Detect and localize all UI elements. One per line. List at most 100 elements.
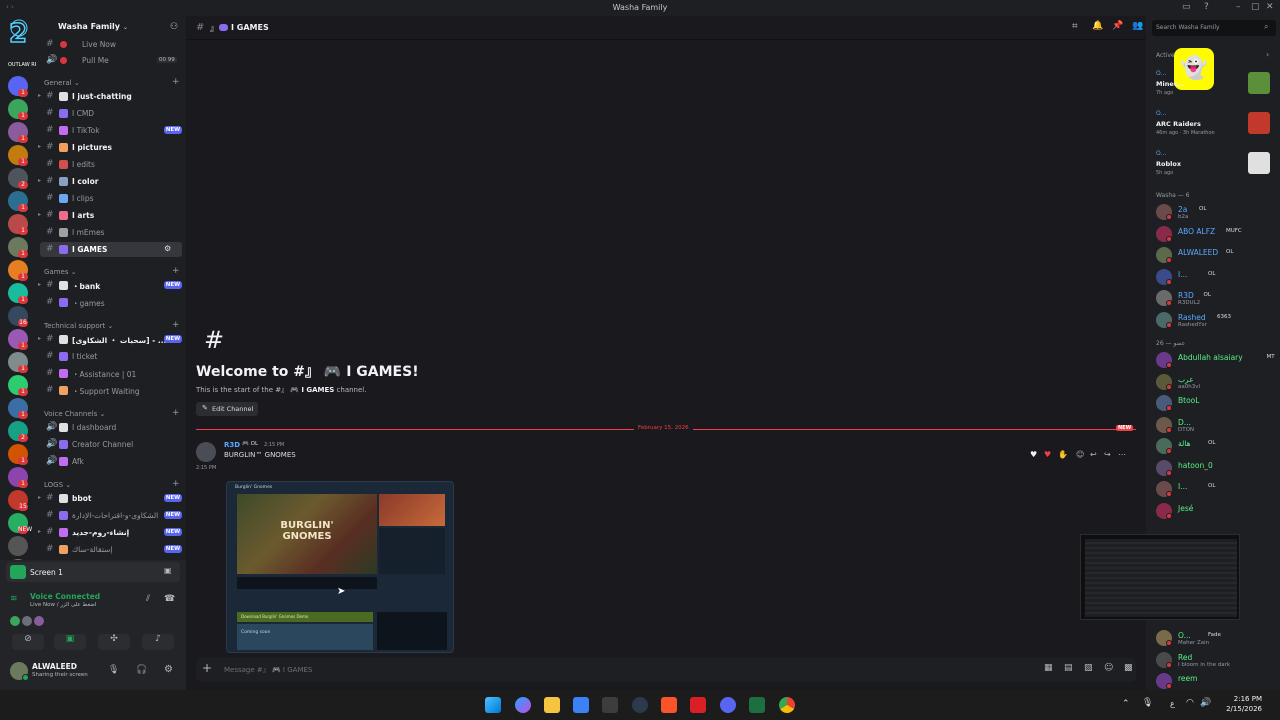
channel-item[interactable]: 🔊 Creator Channel: [40, 437, 182, 452]
windows-start-icon[interactable]: [485, 697, 501, 713]
acrobat-icon[interactable]: [690, 697, 706, 713]
red-heart-icon[interactable]: ♥: [1044, 450, 1051, 459]
mic-icon[interactable]: 🎙: [108, 665, 119, 675]
camera-off-icon[interactable]: ⊘: [12, 634, 44, 650]
channel-item[interactable]: # ・Support Waiting: [40, 383, 182, 398]
member-item[interactable]: 2a OL b2a: [1146, 202, 1280, 222]
keyboard-language[interactable]: ع: [1170, 699, 1175, 708]
channel-item[interactable]: # I CMD: [40, 106, 182, 121]
sticker-icon[interactable]: ▧: [1084, 663, 1093, 673]
channel-item[interactable]: ▸ # bbot NEW: [38, 491, 182, 506]
add-channel-icon[interactable]: +: [172, 266, 180, 276]
member-item[interactable]: BtooL: [1146, 393, 1280, 413]
member-item[interactable]: ABO ALFZ MUFC: [1146, 224, 1280, 244]
channel-item[interactable]: # ・games: [40, 295, 182, 310]
member-list-icon[interactable]: 👥: [1132, 21, 1143, 31]
member-item[interactable]: Rashed 6363 RashedYsr: [1146, 310, 1280, 330]
member-item[interactable]: I... OL: [1146, 267, 1280, 287]
channel-item[interactable]: ▸ # إنشاء-روم-جديد NEW: [38, 525, 182, 540]
add-channel-icon[interactable]: +: [172, 408, 180, 418]
threads-icon[interactable]: ⌗: [1072, 21, 1078, 32]
brave-icon[interactable]: [661, 697, 677, 713]
more-icon[interactable]: ⋯: [1118, 450, 1126, 459]
help-icon[interactable]: ?: [1204, 2, 1209, 12]
stream-preview[interactable]: [1080, 534, 1240, 620]
channel-item[interactable]: # I ticket: [40, 349, 182, 364]
channel-pull-me[interactable]: 🔊 Pull Me 00 99: [40, 53, 182, 68]
inbox-icon[interactable]: ▭: [1182, 2, 1191, 12]
category-general[interactable]: General ⌄: [44, 79, 80, 87]
wifi-icon[interactable]: ◠: [1186, 698, 1194, 708]
channel-item[interactable]: # I edits: [40, 157, 182, 172]
gif-icon[interactable]: ▤: [1064, 663, 1073, 673]
add-channel-icon[interactable]: +: [172, 320, 180, 330]
gift-icon[interactable]: ▦: [1044, 663, 1053, 673]
headphones-icon[interactable]: 🎧: [136, 665, 147, 675]
server-icon[interactable]: [8, 536, 28, 556]
member-item[interactable]: ALWALEED OL: [1146, 245, 1280, 265]
channel-item[interactable]: # ・Assistance | 01: [40, 366, 182, 381]
soundboard-icon[interactable]: ♪: [142, 634, 174, 650]
activity-card[interactable]: O... Roblox 5h ago: [1146, 148, 1280, 184]
close-icon[interactable]: ✕: [1266, 2, 1274, 12]
add-channel-icon[interactable]: +: [172, 77, 180, 87]
clap-icon[interactable]: ✋: [1058, 450, 1068, 459]
member-item[interactable]: هالة OL: [1146, 436, 1280, 456]
category-support[interactable]: Technical support ⌄: [44, 322, 113, 330]
channel-settings-icon[interactable]: ⚙: [164, 244, 171, 253]
member-item[interactable]: عرب aa0h3vl: [1146, 372, 1280, 392]
clock-time[interactable]: 2:16 PM: [1228, 695, 1262, 703]
embed-image[interactable]: Burglin' Gnomes BURGLIN' GNOMES Download…: [226, 481, 454, 653]
channel-item[interactable]: # I clips: [40, 191, 182, 206]
stream-icon[interactable]: ▣: [54, 634, 86, 650]
server-name[interactable]: Washa Family ⌄: [58, 22, 128, 31]
channel-item[interactable]: ▸ # I color: [38, 174, 182, 189]
channel-live-now[interactable]: # Live Now: [40, 37, 182, 52]
bell-icon[interactable]: 🔔: [1092, 21, 1103, 31]
clock-date[interactable]: 2/15/2026: [1222, 705, 1262, 713]
channel-item[interactable]: # I TikTok NEW: [40, 123, 182, 138]
activity-card[interactable]: O... Minec... 7h ago: [1146, 68, 1280, 104]
category-voice[interactable]: Voice Channels ⌄: [44, 410, 105, 418]
search-input[interactable]: Search Washa Family ⌕: [1152, 20, 1276, 36]
file-explorer-icon[interactable]: [544, 697, 560, 713]
mic-icon[interactable]: 🎙: [1142, 698, 1153, 708]
member-item[interactable]: R3D OL R3DUL2: [1146, 288, 1280, 308]
message-composer[interactable]: + Message #』 🎮 I GAMES ▦ ▤ ▧ ☺ ▩: [196, 658, 1136, 682]
add-channel-icon[interactable]: +: [172, 479, 180, 489]
user-area[interactable]: ALWALEED Sharing their screen 🎙 🎧 ⚙: [6, 658, 180, 686]
channel-item[interactable]: # I mEmes: [40, 225, 182, 240]
white-heart-icon[interactable]: ♥: [1030, 450, 1037, 459]
forward-icon[interactable]: ↪: [1104, 450, 1111, 459]
channel-item[interactable]: 🔊 I dashboard: [40, 420, 182, 435]
steam-icon[interactable]: [632, 697, 648, 713]
message-author[interactable]: R3D: [224, 441, 240, 449]
category-logs[interactable]: LOGS ⌄: [44, 481, 71, 489]
emoji-icon[interactable]: ☺: [1104, 663, 1113, 673]
activity-card[interactable]: O... ARC Raiders 46m ago · 3h Marathon: [1146, 108, 1280, 144]
pin-icon[interactable]: 📌: [1112, 21, 1123, 31]
channel-item[interactable]: # إستقالة-ساك NEW: [40, 542, 182, 557]
volume-icon[interactable]: 🔊: [1200, 698, 1211, 708]
screen-settings-icon[interactable]: ▣: [164, 566, 172, 575]
minimize-icon[interactable]: –: [1236, 2, 1241, 12]
channel-item[interactable]: # الشكاوى-و-اقتراحات-الإدارة NEW: [40, 508, 182, 523]
channel-item[interactable]: 🔊 Afk: [40, 454, 182, 469]
reply-icon[interactable]: ↩: [1090, 450, 1097, 459]
outlaw-server-logo[interactable]: 2 OUTLAW RP: [6, 18, 38, 68]
add-attachment-icon[interactable]: +: [202, 661, 212, 675]
discord-icon[interactable]: [720, 697, 736, 713]
disconnect-icon[interactable]: ☎: [164, 594, 175, 604]
member-item[interactable]: O... Fade Maher Zain: [1146, 628, 1280, 648]
chrome-icon[interactable]: [779, 697, 795, 713]
category-games[interactable]: Games ⌄: [44, 268, 77, 276]
member-item[interactable]: Red I bloom in the dark: [1146, 650, 1280, 670]
tray-chevron-icon[interactable]: ⌃: [1122, 699, 1130, 709]
copilot-icon[interactable]: [515, 697, 531, 713]
chevron-right-icon[interactable]: ›: [1266, 50, 1269, 59]
member-item[interactable]: Abdullah alsaiary MT: [1146, 350, 1280, 370]
channel-item[interactable]: ▸ # [سحبات ・ الشكاوى] - ... NEW: [38, 332, 182, 347]
channel-item[interactable]: ▸ # I just-chatting: [38, 89, 182, 104]
member-item[interactable]: D... DTON: [1146, 415, 1280, 435]
gear-icon[interactable]: ⚙: [164, 664, 173, 675]
